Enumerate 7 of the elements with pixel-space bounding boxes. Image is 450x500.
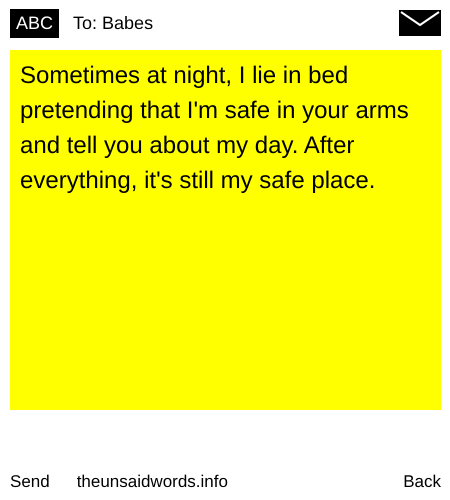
site-link[interactable]: theunsaidwords.info bbox=[76, 472, 404, 492]
send-link[interactable]: Send bbox=[10, 472, 50, 492]
note-text: Sometimes at night, I lie in bed pretending that I'm safe in your arms and tell you about my day. After everything, it's still my safe place. bbox=[10, 50, 441, 410]
back-link[interactable]: Back bbox=[403, 472, 441, 492]
recipient-label: To: Babes bbox=[73, 12, 154, 34]
logo: ABC bbox=[10, 8, 60, 38]
envelope-icon[interactable] bbox=[399, 10, 441, 36]
